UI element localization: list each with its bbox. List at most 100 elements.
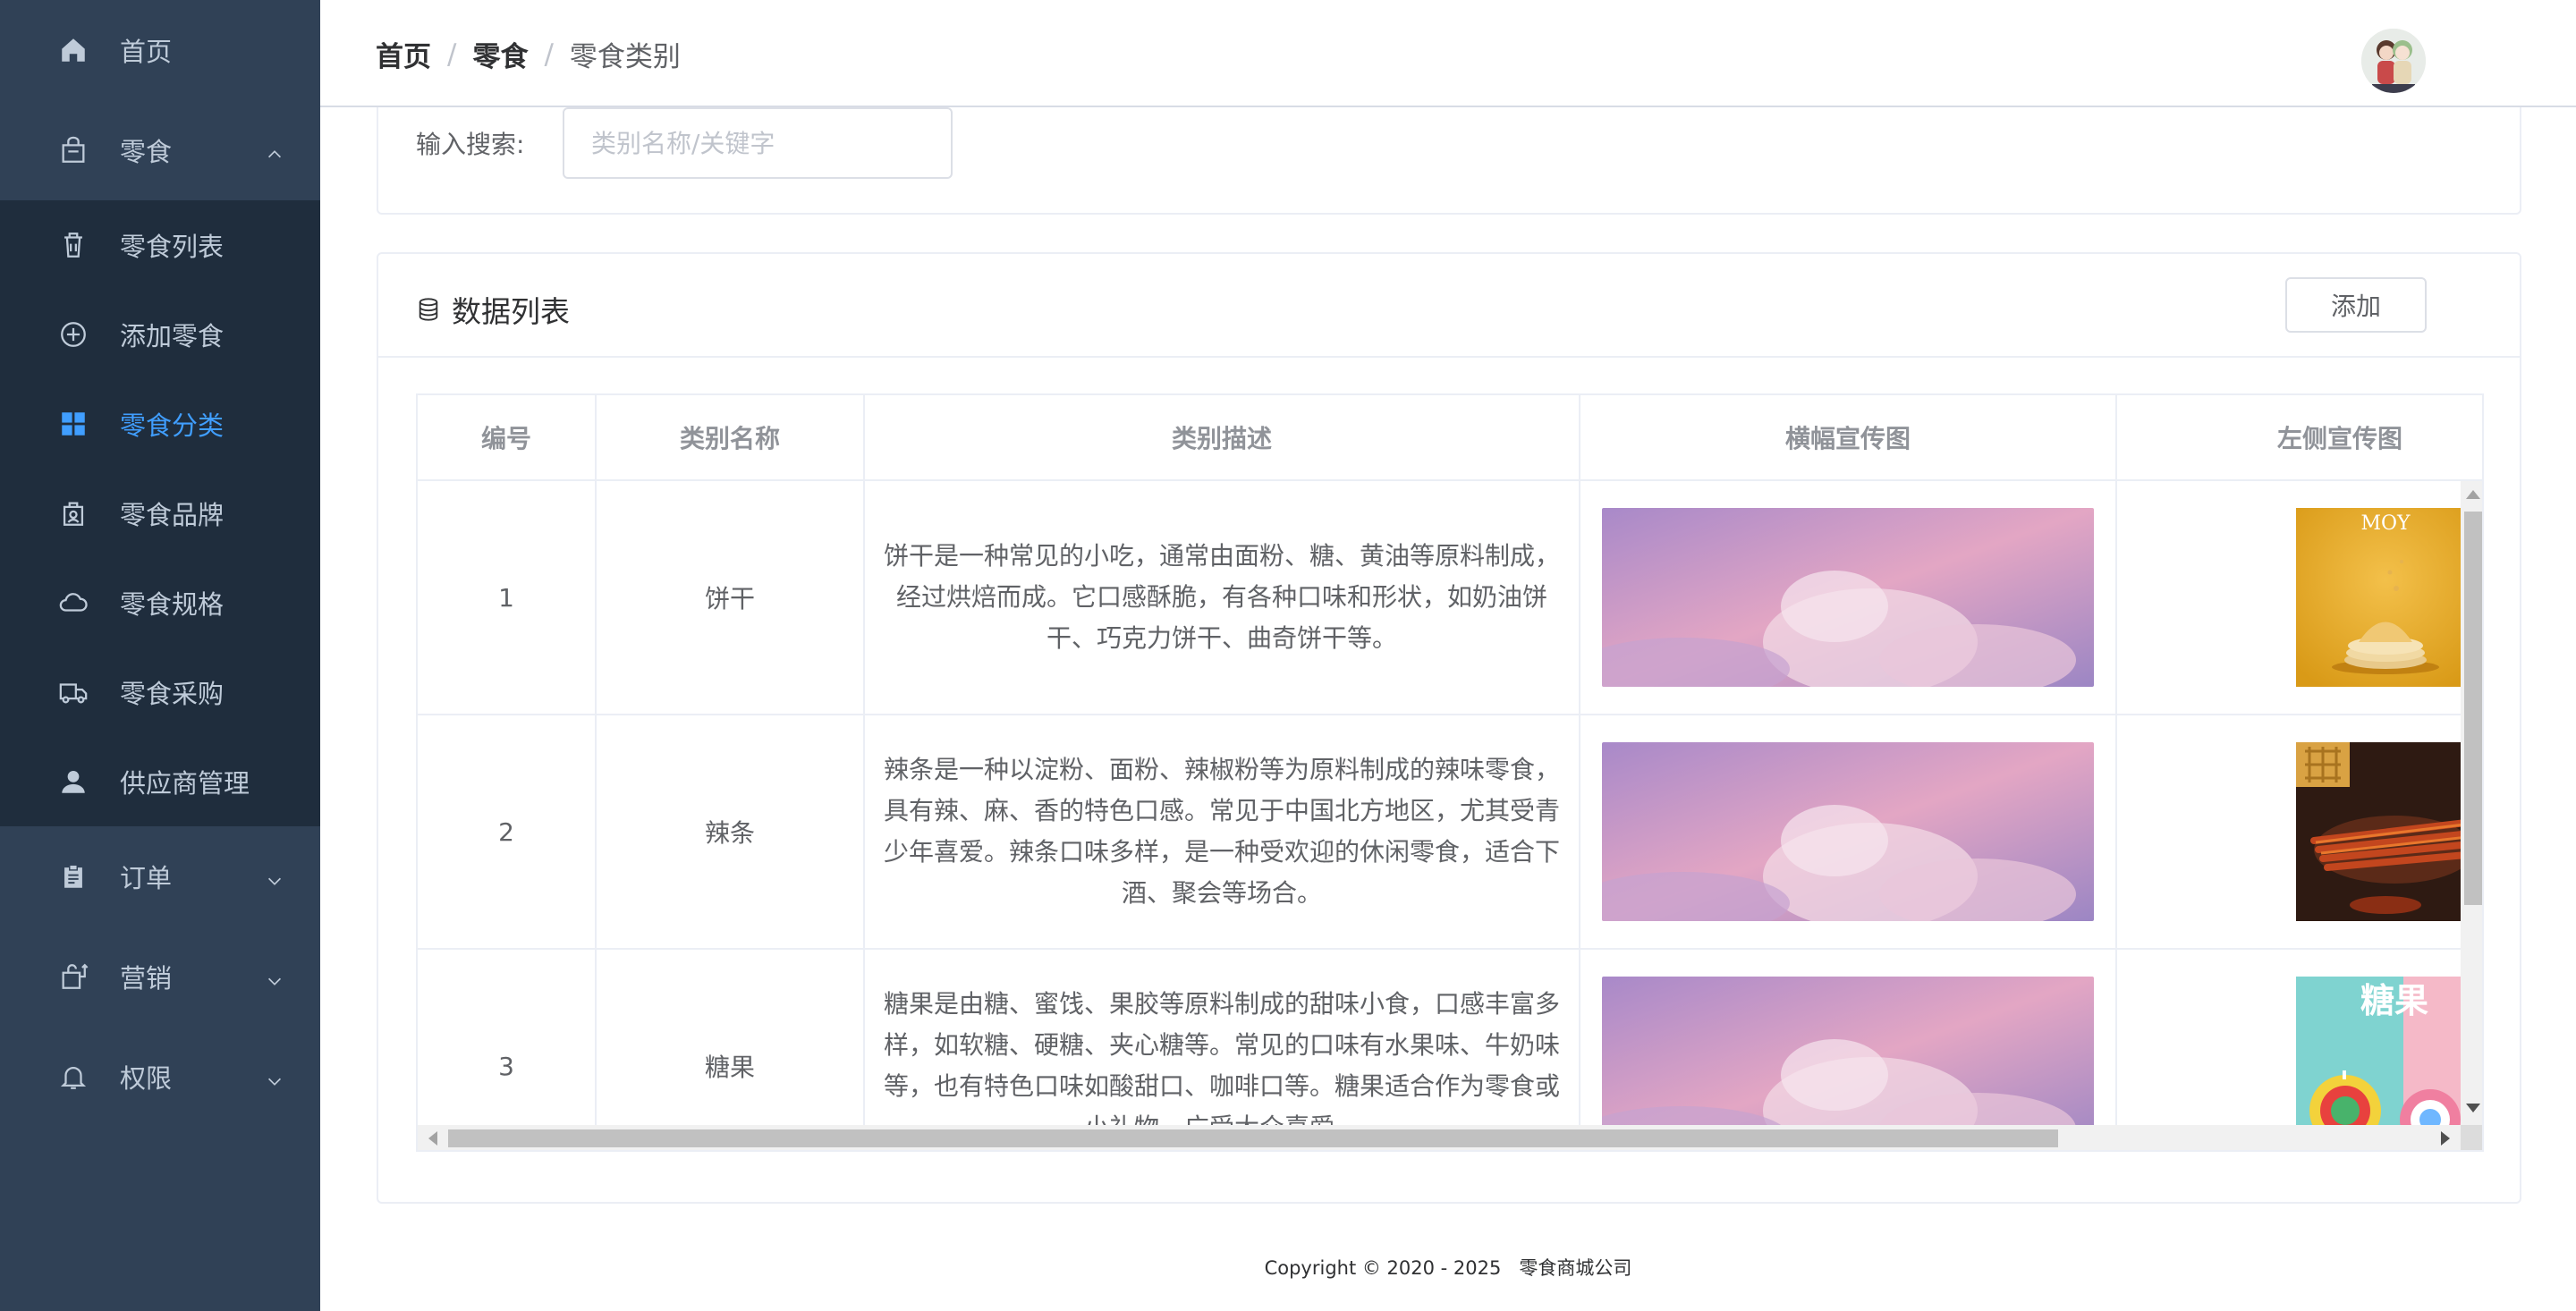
breadcrumb-current: 零食类别 bbox=[569, 41, 681, 73]
column-header-side-image[interactable]: 左侧宣传图 bbox=[2117, 395, 2482, 481]
cell-side-image: 糖果 bbox=[2117, 950, 2482, 1150]
side-image-caption: MOY bbox=[2360, 512, 2411, 535]
avatar[interactable] bbox=[2361, 29, 2426, 93]
cell-side-image bbox=[2117, 715, 2482, 950]
breadcrumb: 首页 / 零食 / 零食类别 bbox=[376, 34, 681, 74]
menu-permission-label: 权限 bbox=[120, 1063, 173, 1094]
data-list-title-text: 数据列表 bbox=[452, 294, 570, 329]
vertical-scrollbar[interactable] bbox=[2461, 481, 2482, 1125]
column-header-banner[interactable]: 横幅宣传图 bbox=[1580, 395, 2117, 481]
menu-marketing-label: 营销 bbox=[120, 963, 173, 994]
breadcrumb-separator: / bbox=[447, 38, 457, 71]
snack-submenu: 零食列表 添加零食 零食分类 零食品牌 零食规格 零食采购 供应商管理 bbox=[0, 200, 320, 826]
menu-snack-spec-label: 零食规格 bbox=[120, 589, 225, 620]
table-body: 编号 类别名称 类别描述 横幅宣传图 左侧宣传图 1 饼干 饼干是一种常见的小吃… bbox=[418, 395, 2482, 1150]
column-header-name[interactable]: 类别名称 bbox=[597, 395, 865, 481]
menu-order-label: 订单 bbox=[120, 863, 173, 893]
cell-banner bbox=[1580, 950, 2117, 1150]
trash-bin-icon bbox=[57, 229, 89, 261]
cloud-icon bbox=[57, 587, 89, 619]
scroll-up-arrow-icon[interactable] bbox=[2466, 490, 2480, 499]
data-list-header: 数据列表 添加 bbox=[378, 254, 2520, 358]
grid-icon bbox=[57, 408, 89, 440]
cell-id: 1 bbox=[418, 481, 597, 715]
menu-snack[interactable]: 零食 bbox=[0, 100, 320, 200]
menu-snack-brand[interactable]: 零食品牌 bbox=[0, 469, 320, 558]
top-navbar: 首页 / 零食 / 零食类别 bbox=[320, 0, 2576, 107]
cell-id: 2 bbox=[418, 715, 597, 950]
menu-permission[interactable]: 权限 bbox=[0, 1027, 320, 1127]
vertical-scroll-thumb[interactable] bbox=[2464, 512, 2482, 905]
scroll-right-arrow-icon[interactable] bbox=[2441, 1131, 2450, 1146]
cell-description: 糖果是由糖、蜜饯、果胶等原料制成的甜味小食，口感丰富多样，如软糖、硬糖、夹心糖等… bbox=[865, 950, 1580, 1150]
home-icon bbox=[57, 34, 89, 66]
cell-name: 饼干 bbox=[597, 481, 865, 715]
menu-snack-brand-label: 零食品牌 bbox=[120, 500, 225, 530]
menu-snack-spec[interactable]: 零食规格 bbox=[0, 558, 320, 647]
table-row[interactable]: 3 糖果 糖果是由糖、蜜饯、果胶等原料制成的甜味小食，口感丰富多样，如软糖、硬糖… bbox=[418, 950, 2482, 1150]
menu-supplier-label: 供应商管理 bbox=[120, 768, 250, 799]
scrollbar-corner bbox=[2461, 1125, 2482, 1150]
bag-icon bbox=[57, 134, 89, 166]
banner-image[interactable] bbox=[1602, 508, 2094, 687]
breadcrumb-home[interactable]: 首页 bbox=[376, 34, 431, 74]
cell-side-image: MOY bbox=[2117, 481, 2482, 715]
cell-description: 辣条是一种以淀粉、面粉、辣椒粉等为原料制成的辣味零食，具有辣、麻、香的特色口感。… bbox=[865, 715, 1580, 950]
cell-name: 糖果 bbox=[597, 950, 865, 1150]
menu-snack-purchase[interactable]: 零食采购 bbox=[0, 647, 320, 737]
cell-id: 3 bbox=[418, 950, 597, 1150]
menu-home[interactable]: 首页 bbox=[0, 0, 320, 100]
cell-banner bbox=[1580, 481, 2117, 715]
cell-name: 辣条 bbox=[597, 715, 865, 950]
scroll-down-arrow-icon[interactable] bbox=[2466, 1104, 2480, 1112]
menu-add-snack-label: 添加零食 bbox=[120, 321, 225, 351]
table-row[interactable]: 1 饼干 饼干是一种常见的小吃，通常由面粉、糖、黄油等原料制成，经过烘焙而成。它… bbox=[418, 481, 2482, 715]
menu-home-label: 首页 bbox=[120, 37, 173, 67]
side-image-caption: 糖果 bbox=[2360, 981, 2428, 1020]
chevron-down-icon bbox=[265, 967, 284, 986]
menu-snack-list-label: 零食列表 bbox=[120, 232, 225, 262]
cell-description: 饼干是一种常见的小吃，通常由面粉、糖、黄油等原料制成，经过烘焙而成。它口感酥脆，… bbox=[865, 481, 1580, 715]
side-image-biscuit[interactable]: MOY bbox=[2296, 508, 2475, 687]
footer-copyright: Copyright © 2020 - 2025 零食商城公司 bbox=[1264, 1257, 1632, 1279]
menu-marketing[interactable]: 营销 bbox=[0, 926, 320, 1027]
menu-snack-list[interactable]: 零食列表 bbox=[0, 200, 320, 290]
menu-snack-label: 零食 bbox=[120, 137, 173, 167]
chevron-down-icon bbox=[265, 1067, 284, 1087]
search-label: 输入搜索: bbox=[416, 130, 525, 159]
data-list-title: 数据列表 bbox=[416, 288, 570, 331]
menu-supplier[interactable]: 供应商管理 bbox=[0, 737, 320, 826]
banner-image[interactable] bbox=[1602, 742, 2094, 921]
badge-icon bbox=[57, 497, 89, 529]
category-table: 编号 类别名称 类别描述 横幅宣传图 左侧宣传图 1 饼干 饼干是一种常见的小吃… bbox=[416, 393, 2484, 1152]
horizontal-scrollbar[interactable] bbox=[418, 1125, 2461, 1150]
search-card: 输入搜索: bbox=[377, 107, 2521, 215]
plus-circle-icon bbox=[57, 318, 89, 351]
user-icon bbox=[57, 765, 89, 798]
column-header-description[interactable]: 类别描述 bbox=[865, 395, 1580, 481]
bell-icon bbox=[57, 1061, 89, 1093]
horizontal-scroll-thumb[interactable] bbox=[448, 1129, 2058, 1147]
menu-snack-category[interactable]: 零食分类 bbox=[0, 379, 320, 469]
chevron-up-icon bbox=[265, 140, 284, 160]
menu-add-snack[interactable]: 添加零食 bbox=[0, 290, 320, 379]
data-list-card: 数据列表 添加 编号 类别名称 类别描述 横幅宣传图 左侧宣传图 1 饼干 饼干… bbox=[377, 252, 2521, 1204]
shopping-bag-icon bbox=[57, 960, 89, 993]
menu-order[interactable]: 订单 bbox=[0, 826, 320, 926]
main-content: 输入搜索: 数据列表 添加 编号 类别名称 类别描述 横幅宣传图 左侧宣传图 bbox=[320, 107, 2576, 1311]
sidebar: 首页 零食 零食列表 添加零食 零食分类 零食品牌 零食规格 零食采购 供应商管… bbox=[0, 0, 320, 1311]
scroll-left-arrow-icon[interactable] bbox=[428, 1131, 437, 1146]
breadcrumb-separator: / bbox=[544, 38, 554, 71]
cell-banner bbox=[1580, 715, 2117, 950]
add-button[interactable]: 添加 bbox=[2285, 277, 2427, 333]
database-icon bbox=[416, 297, 452, 322]
table-header-row: 编号 类别名称 类别描述 横幅宣传图 左侧宣传图 bbox=[418, 395, 2482, 481]
search-input[interactable] bbox=[563, 107, 953, 179]
side-image-spicy-strip[interactable] bbox=[2296, 742, 2475, 921]
menu-snack-category-label: 零食分类 bbox=[120, 410, 225, 441]
breadcrumb-snack[interactable]: 零食 bbox=[472, 34, 528, 74]
column-header-id[interactable]: 编号 bbox=[418, 395, 597, 481]
clipboard-icon bbox=[57, 860, 89, 892]
table-row[interactable]: 2 辣条 辣条是一种以淀粉、面粉、辣椒粉等为原料制成的辣味零食，具有辣、麻、香的… bbox=[418, 715, 2482, 950]
chevron-down-icon bbox=[265, 867, 284, 886]
